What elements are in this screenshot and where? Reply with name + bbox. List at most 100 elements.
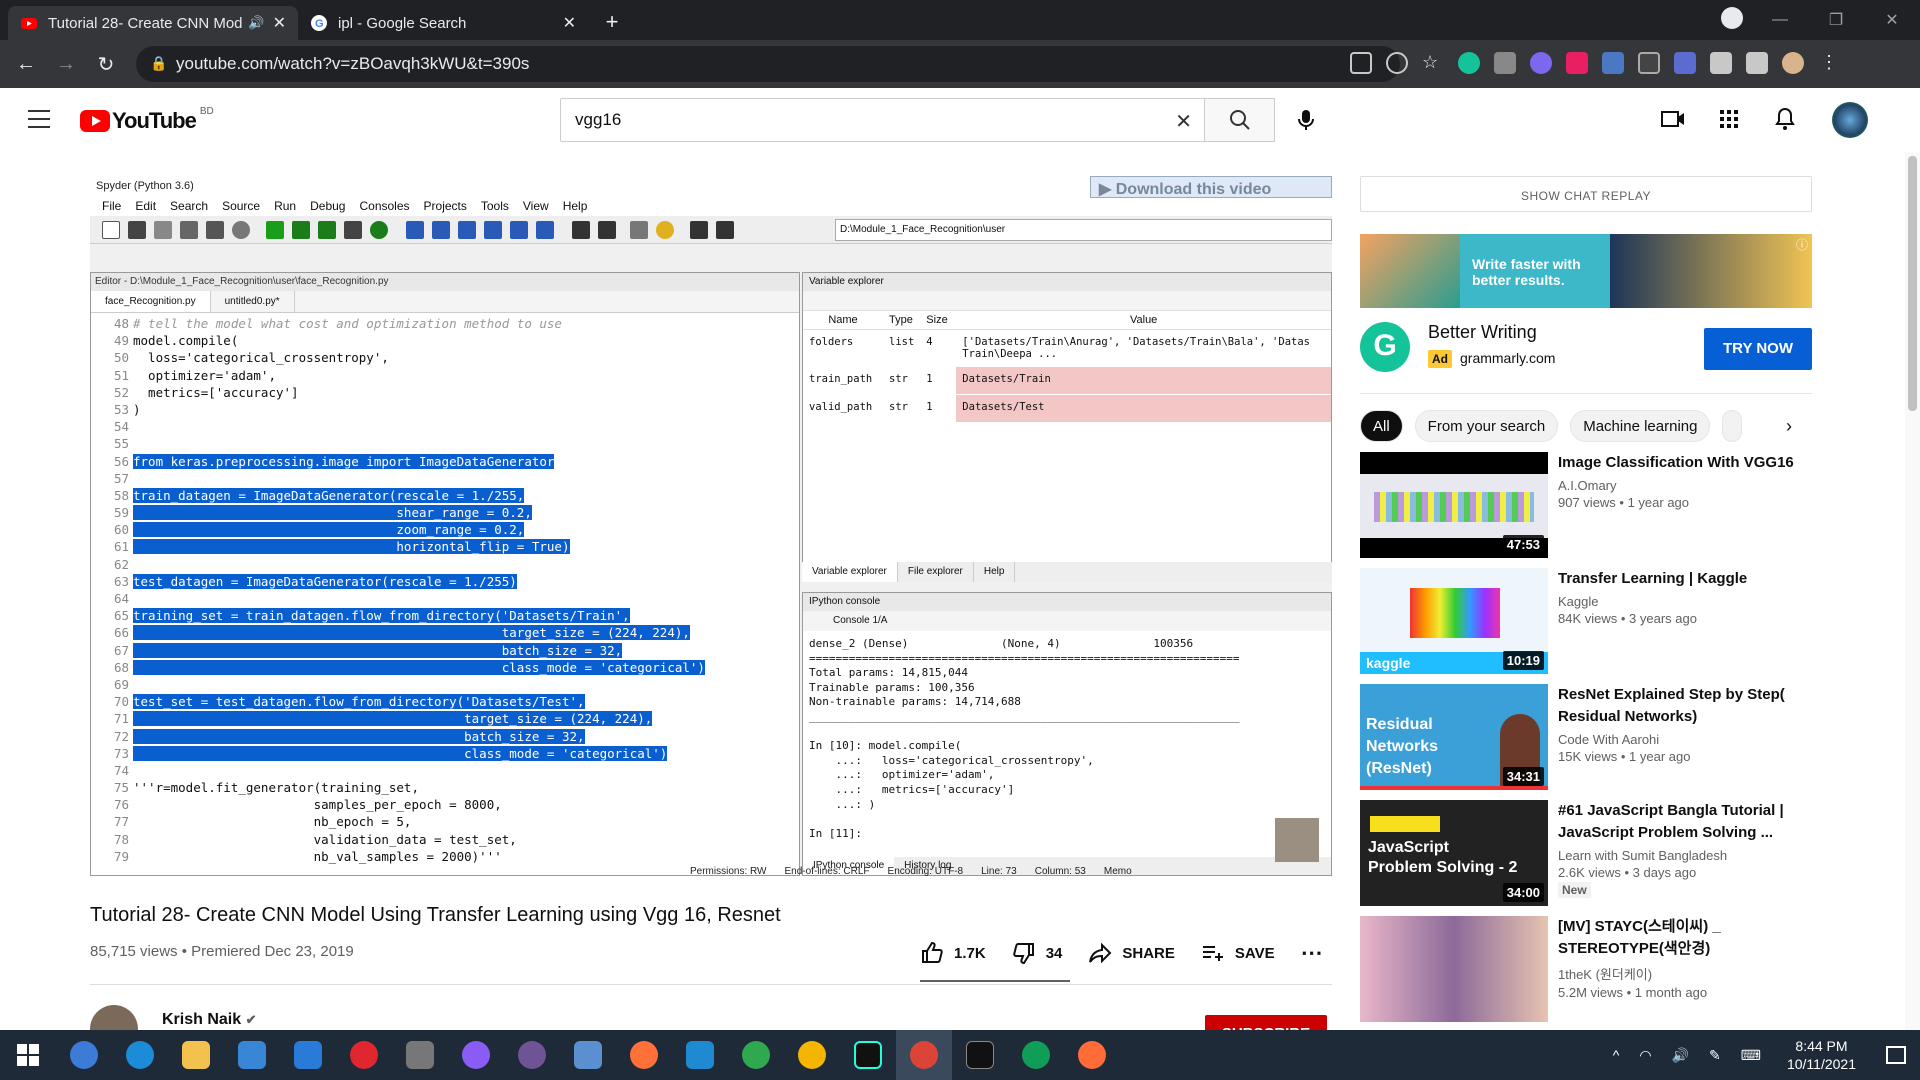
messenger-icon[interactable] xyxy=(448,1030,504,1080)
camera-extension-icon[interactable] xyxy=(1494,52,1516,74)
firefox-icon[interactable] xyxy=(616,1030,672,1080)
rec-title[interactable]: Image Classification With VGG16 xyxy=(1558,452,1798,474)
share-button[interactable]: SHARE xyxy=(1088,941,1175,965)
install-icon[interactable] xyxy=(1350,52,1372,74)
video-thumbnail[interactable] xyxy=(1360,916,1548,1022)
download-extension-icon[interactable] xyxy=(1602,52,1624,74)
rec-channel[interactable]: Learn with Sumit Bangladesh xyxy=(1558,848,1798,863)
notifications-bell-icon[interactable] xyxy=(1772,106,1798,132)
chrome-menu-icon[interactable]: ⋮ xyxy=(1818,52,1840,74)
edge-icon[interactable] xyxy=(112,1030,168,1080)
rec-channel[interactable]: Kaggle xyxy=(1558,594,1798,609)
profile-avatar-icon[interactable] xyxy=(1782,52,1804,74)
zoom-icon[interactable] xyxy=(1386,52,1408,74)
hamburger-menu-icon[interactable] xyxy=(28,110,50,134)
vscode-icon[interactable] xyxy=(672,1030,728,1080)
puzzle-extensions-icon[interactable] xyxy=(1710,52,1732,74)
keyboard-icon[interactable]: ⌨ xyxy=(1741,1047,1761,1064)
chip-partial[interactable] xyxy=(1722,410,1743,442)
new-tab-button[interactable]: + xyxy=(598,8,626,36)
ad-banner[interactable]: Write faster with better results. ⓘ xyxy=(1360,234,1812,308)
recommended-video[interactable]: [MV] STAYC(스테이씨) _ STEREOTYPE(색안경) 1theK… xyxy=(1360,916,1812,1022)
download-video-overlay[interactable]: ▶ Download this video xyxy=(1090,176,1332,198)
clear-search-icon[interactable]: ✕ xyxy=(1175,109,1192,134)
grammarly-extension-icon[interactable] xyxy=(1458,52,1480,74)
pycharm-icon[interactable] xyxy=(840,1030,896,1080)
address-bar[interactable]: 🔒 youtube.com/watch?v=zBOavqh3kWU&t=390s xyxy=(136,46,1400,82)
lock-icon[interactable]: 🔒 xyxy=(150,55,167,72)
github-icon[interactable] xyxy=(504,1030,560,1080)
recommended-video[interactable]: kaggle 10:19 Transfer Learning | Kaggle … xyxy=(1360,568,1812,674)
browser-tab-google[interactable]: G ipl - Google Search ✕ xyxy=(298,6,588,40)
reading-list-icon[interactable] xyxy=(1746,52,1768,74)
qbittorrent-icon[interactable] xyxy=(56,1030,112,1080)
chip-machine-learning[interactable]: Machine learning xyxy=(1570,410,1711,442)
search-button[interactable] xyxy=(1205,98,1275,142)
rec-title[interactable]: [MV] STAYC(스테이씨) _ STEREOTYPE(색안경) xyxy=(1558,916,1798,960)
file-explorer-icon[interactable] xyxy=(168,1030,224,1080)
extension-icon[interactable] xyxy=(1638,52,1660,74)
show-chat-replay-button[interactable]: SHOW CHAT REPLAY xyxy=(1360,176,1812,212)
notifications-icon[interactable] xyxy=(1886,1046,1906,1064)
recommended-video[interactable]: JavaScript Problem Solving - 2 34:00 #61 … xyxy=(1360,800,1812,906)
minimize-icon[interactable]: — xyxy=(1752,11,1808,29)
rec-title[interactable]: ResNet Explained Step by Step( Residual … xyxy=(1558,684,1798,728)
wifi-icon[interactable]: ◠ xyxy=(1639,1047,1651,1064)
pen-icon[interactable]: ✎ xyxy=(1709,1047,1721,1064)
terminal-icon[interactable] xyxy=(952,1030,1008,1080)
maximize-icon[interactable]: ❐ xyxy=(1808,10,1864,30)
show-hidden-icons-icon[interactable]: ^ xyxy=(1613,1047,1620,1063)
page-scrollbar[interactable] xyxy=(1905,152,1920,1030)
tab-search-icon[interactable] xyxy=(1712,6,1752,34)
chevron-right-icon[interactable]: › xyxy=(1786,416,1792,437)
account-avatar[interactable] xyxy=(1832,102,1868,138)
close-tab-icon[interactable]: ✕ xyxy=(563,13,576,33)
mail-icon[interactable] xyxy=(280,1030,336,1080)
rec-title[interactable]: Transfer Learning | Kaggle xyxy=(1558,568,1798,590)
postman-icon[interactable] xyxy=(1064,1030,1120,1080)
ad-info-icon[interactable]: ⓘ xyxy=(1796,236,1808,253)
youtube-logo[interactable]: YouTube BD xyxy=(80,106,214,134)
speaker-icon[interactable]: 🔊 xyxy=(248,15,264,31)
forward-icon[interactable]: → xyxy=(46,53,86,76)
windows-start-icon[interactable] xyxy=(0,1030,56,1080)
edge-beta-icon[interactable] xyxy=(728,1030,784,1080)
paint-icon[interactable] xyxy=(560,1030,616,1080)
video-thumbnail[interactable]: 47:53 xyxy=(1360,452,1548,558)
dislike-button[interactable]: 34 xyxy=(1012,941,1062,965)
volume-icon[interactable]: 🔊 xyxy=(1672,1047,1689,1064)
rec-channel[interactable]: A.I.Omary xyxy=(1558,478,1798,493)
video-thumbnail[interactable]: JavaScript Problem Solving - 2 34:00 xyxy=(1360,800,1548,906)
chip-all[interactable]: All xyxy=(1360,410,1403,442)
recommended-video[interactable]: 47:53 Image Classification With VGG16 A.… xyxy=(1360,452,1812,558)
chrome-active-icon[interactable] xyxy=(896,1030,952,1080)
apps-grid-icon[interactable] xyxy=(1716,106,1742,132)
chrome-profile-icon[interactable] xyxy=(1008,1030,1064,1080)
reload-icon[interactable]: ↻ xyxy=(86,52,126,77)
chrome-icon[interactable] xyxy=(784,1030,840,1080)
channel-name[interactable]: Krish Naik ✔ xyxy=(162,1011,257,1029)
close-tab-icon[interactable]: ✕ xyxy=(273,13,286,33)
clock[interactable]: 8:44 PM 10/11/2021 xyxy=(1787,1037,1856,1073)
rec-channel[interactable]: 1theK (원더케이) xyxy=(1558,964,1798,983)
back-icon[interactable]: ← xyxy=(6,53,46,76)
chip-from-your-search[interactable]: From your search xyxy=(1414,410,1559,442)
like-button[interactable]: 1.7K xyxy=(920,941,986,965)
voice-search-button[interactable] xyxy=(1290,104,1322,136)
opera-icon[interactable] xyxy=(336,1030,392,1080)
search-input[interactable]: vgg16 ✕ xyxy=(560,98,1205,142)
scrollbar-thumb[interactable] xyxy=(1908,156,1917,411)
play-extension-icon[interactable] xyxy=(1566,52,1588,74)
rec-title[interactable]: #61 JavaScript Bangla Tutorial | JavaScr… xyxy=(1558,800,1798,844)
store-icon[interactable] xyxy=(224,1030,280,1080)
save-button[interactable]: SAVE xyxy=(1201,941,1275,965)
pen-extension-icon[interactable] xyxy=(1674,52,1696,74)
ad-title[interactable]: Better Writing xyxy=(1428,322,1537,343)
video-thumbnail[interactable]: Residual Networks (ResNet) 34:31 xyxy=(1360,684,1548,790)
snipping-tool-icon[interactable] xyxy=(392,1030,448,1080)
more-actions-icon[interactable]: ⋯ xyxy=(1301,940,1323,966)
bookmark-star-icon[interactable]: ☆ xyxy=(1422,52,1444,74)
create-video-icon[interactable] xyxy=(1660,106,1686,132)
browser-tab-youtube[interactable]: Tutorial 28- Create CNN Model Using Tran… xyxy=(8,6,298,40)
video-thumbnail[interactable]: kaggle 10:19 xyxy=(1360,568,1548,674)
